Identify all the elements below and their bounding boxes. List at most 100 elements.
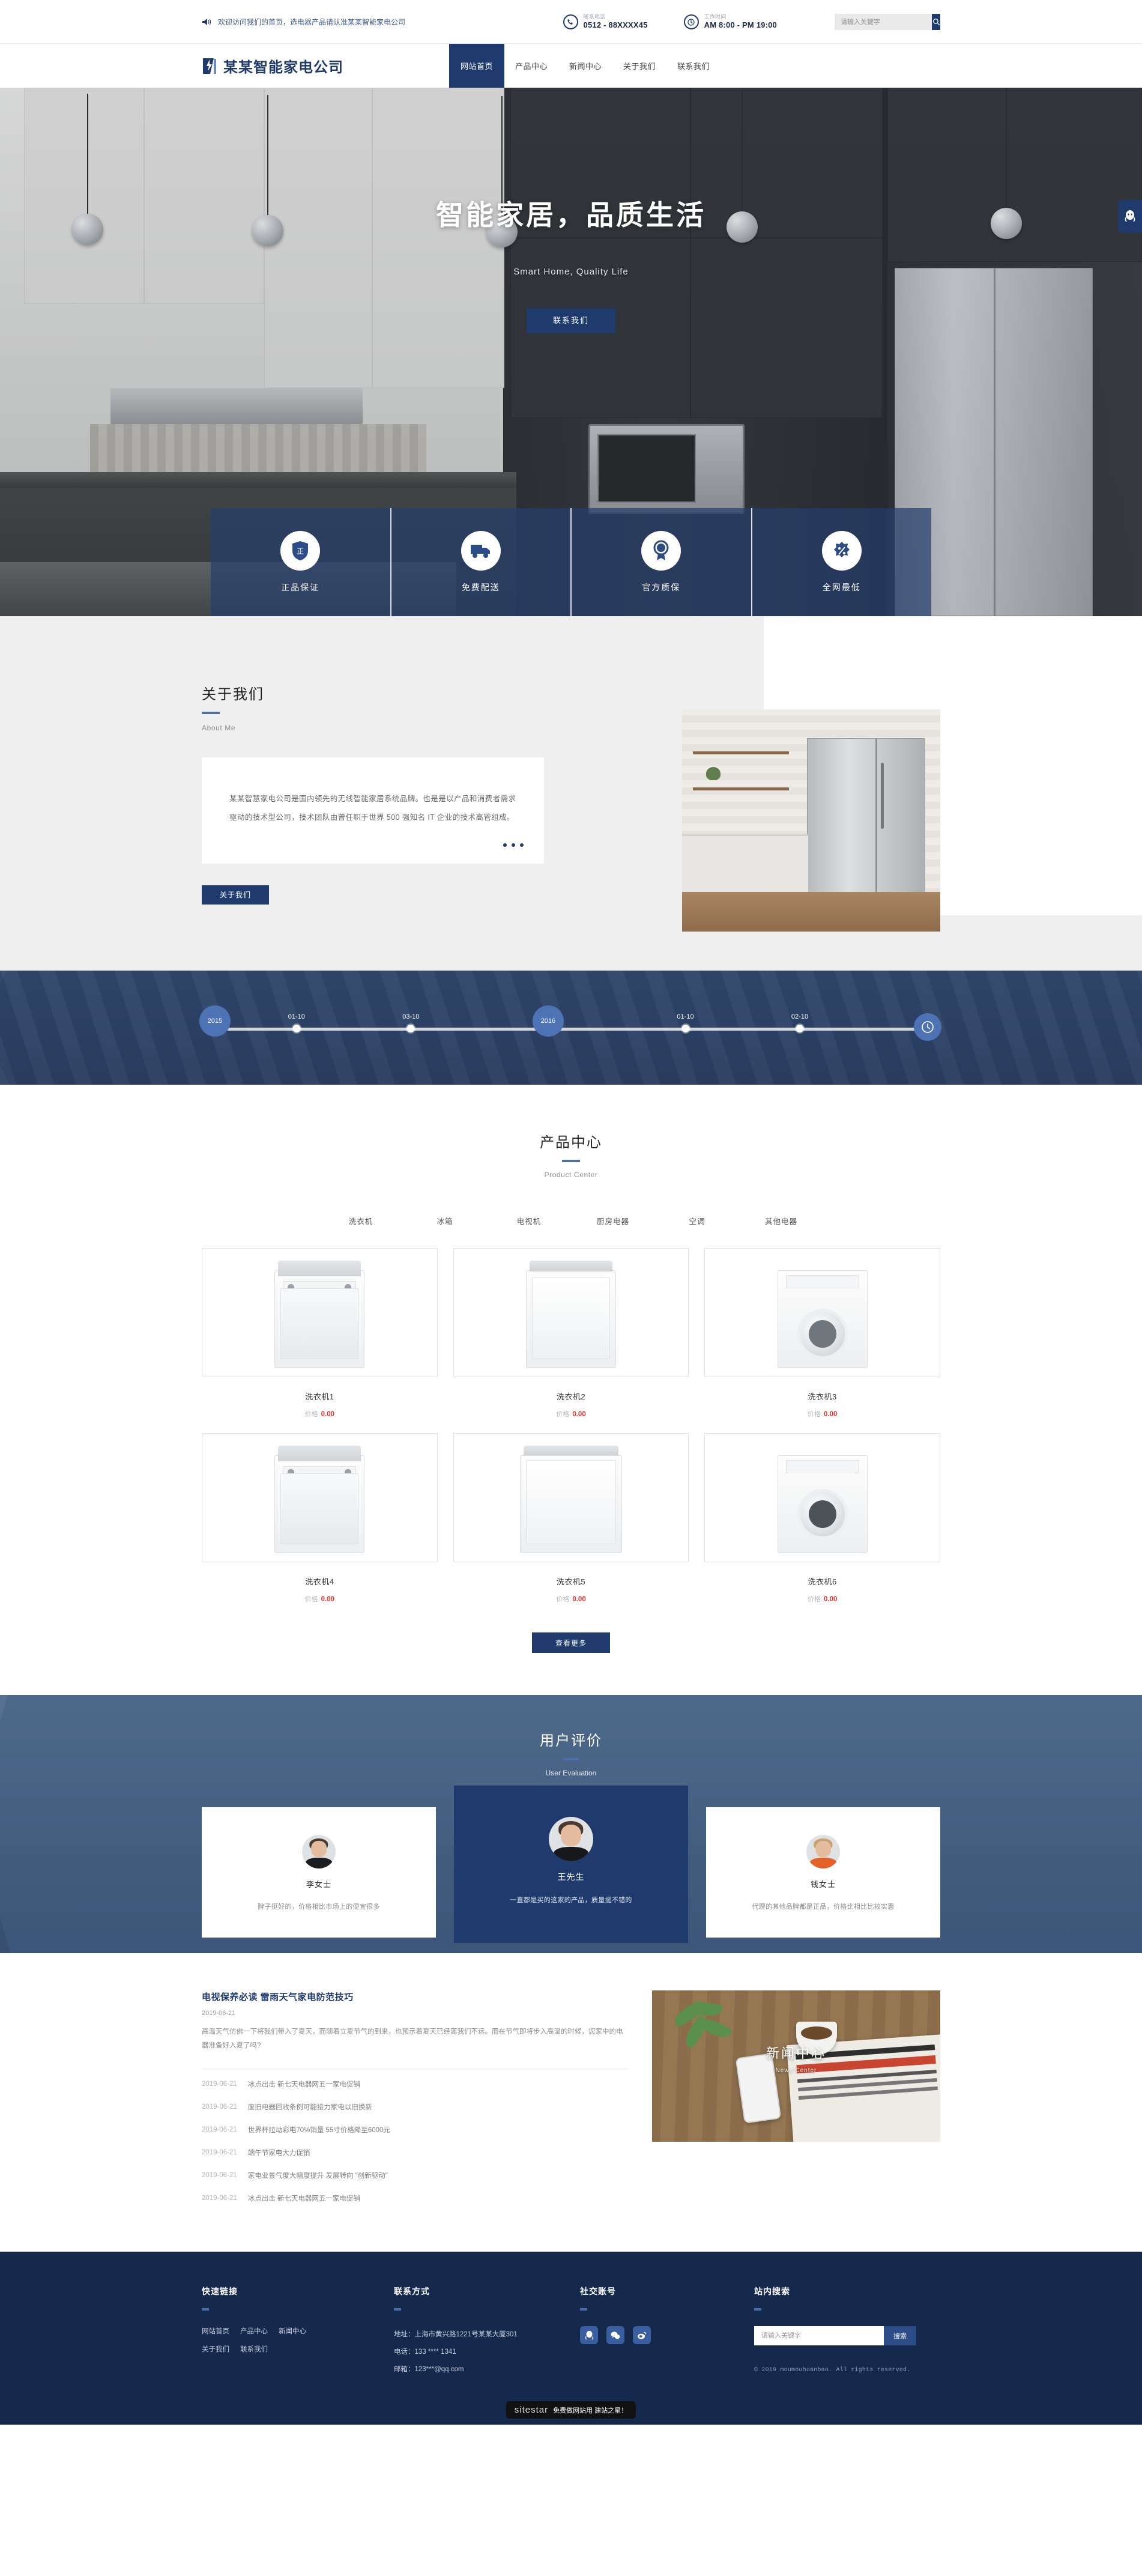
- footer-search-button[interactable]: 搜索: [884, 2326, 916, 2345]
- hours-label: 工作时间: [704, 13, 727, 20]
- about-paragraph: 某某智慧家电公司是国内领先的无线智能家居系统品牌。也是是以产品和消费者需求驱动的…: [229, 795, 516, 822]
- price-label: 价格:: [807, 1596, 823, 1603]
- footer-link-about[interactable]: 关于我们: [202, 2344, 229, 2354]
- price-value: 0.00: [321, 1596, 335, 1603]
- feature-item-warranty[interactable]: 官方质保: [572, 508, 752, 616]
- search-button[interactable]: [932, 14, 940, 30]
- evaluation-card[interactable]: 李女士 牌子挺好的，价格相比市场上的便宜很多: [202, 1807, 436, 1938]
- news-item-title: 家电业景气度大幅度提升 发展转向 "创新驱动": [247, 2172, 388, 2180]
- view-more-button[interactable]: 查看更多: [532, 1632, 610, 1653]
- tab-washing-machine[interactable]: 洗衣机: [319, 1215, 403, 1226]
- timeline-node[interactable]: 02-10: [791, 1013, 808, 1032]
- about-carousel-dots[interactable]: [503, 843, 524, 847]
- nav-item-about[interactable]: 关于我们: [612, 44, 666, 88]
- nav-item-contact[interactable]: 联系我们: [666, 44, 721, 88]
- product-name: 洗衣机1: [305, 1392, 334, 1401]
- news-item[interactable]: 2019-06-21 端午节家电大力促销: [202, 2141, 628, 2164]
- footer-link-news[interactable]: 新闻中心: [279, 2326, 306, 2336]
- news-item[interactable]: 2019-06-21 废旧电器回收条例可能接力家电以旧换新: [202, 2096, 628, 2118]
- evaluation-section: 用户评价 User Evaluation 李女士 牌子挺好的，价格相比市场上的便…: [0, 1695, 1142, 1953]
- clock-icon[interactable]: [914, 1013, 941, 1041]
- feature-item-lowest-price[interactable]: 全网最低: [752, 508, 931, 616]
- news-banner-title: 新闻中心: [766, 2046, 827, 2061]
- news-feature-title[interactable]: 电视保养必读 雷雨天气家电防范技巧: [202, 1990, 628, 2003]
- product-grid: 洗衣机1 价格: 0.00 洗衣机2 价格: 0.00 洗衣机3 价格: 0.0…: [202, 1248, 940, 1604]
- news-item[interactable]: 2019-06-21 家电业景气度大幅度提升 发展转向 "创新驱动": [202, 2164, 628, 2187]
- feature-item-genuine[interactable]: 正 正品保证: [211, 508, 391, 616]
- tab-air-conditioner[interactable]: 空调: [655, 1215, 739, 1226]
- nav-item-home[interactable]: 网站首页: [449, 44, 504, 88]
- percent-tag-icon: [821, 531, 862, 571]
- footer-link-home[interactable]: 网站首页: [202, 2326, 229, 2336]
- tab-kitchen-appliance[interactable]: 厨房电器: [571, 1215, 655, 1226]
- header-search[interactable]: [835, 14, 940, 30]
- company-logo-icon: [202, 57, 217, 75]
- news-banner-text: 新闻中心 News Center: [766, 2043, 826, 2074]
- product-card[interactable]: 洗衣机2 价格: 0.00: [453, 1248, 689, 1419]
- logo-text: 某某智能家电公司: [223, 59, 343, 76]
- logo[interactable]: 某某智能家电公司: [202, 44, 449, 88]
- weibo-icon[interactable]: [633, 2326, 651, 2344]
- qq-icon[interactable]: [580, 2326, 598, 2344]
- nav-item-products[interactable]: 产品中心: [504, 44, 558, 88]
- product-image: [704, 1248, 940, 1377]
- welcome-text: 欢迎访问我们的首页，选电器产品请认准某某智能家电公司: [218, 18, 406, 26]
- tab-television[interactable]: 电视机: [487, 1215, 571, 1226]
- about-title: 关于我们: [202, 686, 264, 703]
- phone-label: 联系电话: [583, 13, 606, 20]
- footer-heading: 联系方式: [394, 2287, 430, 2296]
- feature-item-free-shipping[interactable]: 免费配送: [391, 508, 572, 616]
- footer-contact: 联系方式 地址：上海市黄兴路1221号某某大厦301 电话：133 **** 1…: [394, 2285, 580, 2378]
- evaluation-name: 钱女士: [810, 1880, 836, 1889]
- page-root: 欢迎访问我们的首页，选电器产品请认准某某智能家电公司 联系电话 0512 - 8…: [0, 0, 1142, 2425]
- footer-link-products[interactable]: 产品中心: [240, 2326, 268, 2336]
- product-card[interactable]: 洗衣机3 价格: 0.00: [704, 1248, 940, 1419]
- product-card[interactable]: 洗衣机6 价格: 0.00: [704, 1433, 940, 1604]
- wechat-icon[interactable]: [606, 2326, 624, 2344]
- section-divider: [580, 2308, 587, 2311]
- footer-quicklinks: 快速链接 网站首页 产品中心 新闻中心 关于我们 联系我们: [202, 2285, 394, 2378]
- product-price: 价格: 0.00: [704, 1594, 940, 1604]
- timeline-year-start[interactable]: 2015: [199, 1005, 231, 1037]
- footer-sitesearch: 站内搜索 搜索 © 2019 moumouhuanbao. All rights…: [754, 2285, 940, 2378]
- news-banner[interactable]: 新闻中心 News Center: [652, 1990, 940, 2142]
- product-card[interactable]: 洗衣机5 价格: 0.00: [453, 1433, 689, 1604]
- clock-icon: [683, 14, 699, 29]
- tab-refrigerator[interactable]: 冰箱: [403, 1215, 487, 1226]
- timeline-node[interactable]: 01-10: [677, 1013, 694, 1032]
- news-section: 电视保养必读 雷雨天气家电防范技巧 2019-06-21 高温天气仿佛一下将我们…: [0, 1953, 1142, 2252]
- sitestar-badge[interactable]: sitestar 免费做网站用 建站之星！: [506, 2401, 636, 2419]
- phone-value: 0512 - 88XXXX45: [583, 20, 648, 29]
- news-item-title: 冰点出击 新七天电器网五一家电促销: [247, 2195, 361, 2202]
- footer-search-input[interactable]: [754, 2326, 884, 2345]
- timeline-year-mid[interactable]: 2016: [532, 1005, 564, 1037]
- timeline-node-date: 01-10: [288, 1013, 305, 1020]
- feature-label: 免费配送: [461, 583, 500, 592]
- nav-item-news[interactable]: 新闻中心: [558, 44, 612, 88]
- tab-other-appliance[interactable]: 其他电器: [739, 1215, 823, 1226]
- news-item[interactable]: 2019-06-21 冰点出击 新七天电器网五一家电促销: [202, 2187, 628, 2210]
- about-more-button[interactable]: 关于我们: [202, 885, 270, 905]
- hero-title: 智能家居，品质生活: [436, 199, 706, 231]
- svg-text:正: 正: [297, 547, 304, 556]
- copyright: © 2019 moumouhuanbao. All rights reserve…: [754, 2367, 911, 2374]
- evaluation-card-featured[interactable]: 王先生 一直都是买的这家的产品，质量挺不错的: [454, 1786, 688, 1943]
- news-item[interactable]: 2019-06-21 冰点出击 新七天电器网五一家电促销: [202, 2073, 628, 2096]
- evaluation-text: 代理的其他品牌都是正品，价格比相比比较实惠: [752, 1903, 895, 1911]
- divider: [202, 2068, 628, 2069]
- timeline-node[interactable]: 03-10: [402, 1013, 419, 1032]
- product-name: 洗衣机2: [556, 1392, 586, 1401]
- product-card[interactable]: 洗衣机1 价格: 0.00: [202, 1248, 438, 1419]
- product-card[interactable]: 洗衣机4 价格: 0.00: [202, 1433, 438, 1604]
- avatar: [806, 1835, 840, 1868]
- search-input[interactable]: [835, 14, 932, 30]
- site-footer: 快速链接 网站首页 产品中心 新闻中心 关于我们 联系我们 联系方式 地址：上海…: [0, 2252, 1142, 2425]
- hero-contact-button[interactable]: 联系我们: [526, 308, 615, 333]
- footer-link-contact[interactable]: 联系我们: [240, 2344, 268, 2354]
- evaluation-card[interactable]: 钱女士 代理的其他品牌都是正品，价格比相比比较实惠: [706, 1807, 940, 1938]
- footer-heading: 社交账号: [580, 2287, 616, 2296]
- qq-icon[interactable]: [1118, 200, 1142, 232]
- top-bar: 欢迎访问我们的首页，选电器产品请认准某某智能家电公司 联系电话 0512 - 8…: [0, 0, 1142, 44]
- news-item[interactable]: 2019-06-21 世界杯拉动彩电70%销量 55寸价格降至6000元: [202, 2118, 628, 2141]
- timeline-node[interactable]: 01-10: [288, 1013, 305, 1032]
